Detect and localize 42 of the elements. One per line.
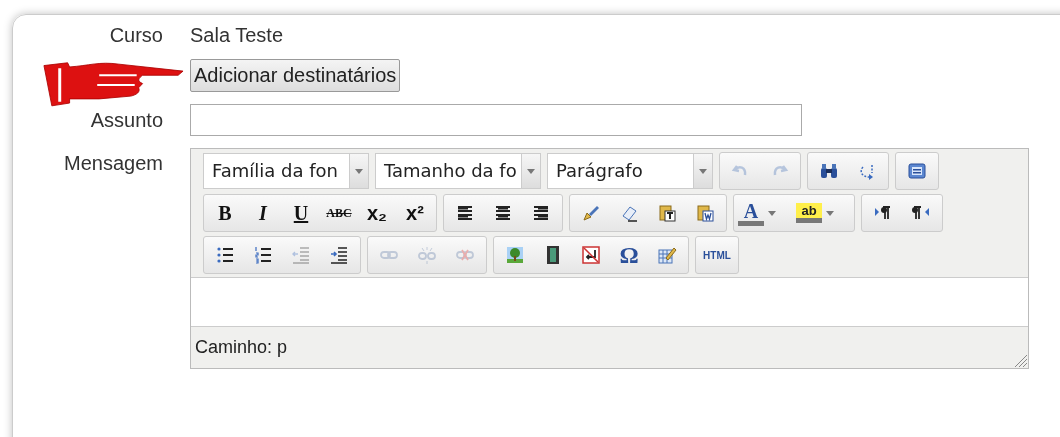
course-value: Sala Teste [190,24,285,47]
paste-document-icon [695,203,715,223]
bold-button[interactable]: B [208,198,242,228]
resize-grip-icon[interactable] [1012,352,1028,368]
field-label: Assunto [89,108,163,132]
no-break-icon [581,245,601,265]
paste-text-icon [657,203,677,223]
dropdown-select[interactable]: Tamanho da fo [375,153,541,189]
italic-button[interactable]: I [246,198,280,228]
caret-icon [355,168,363,174]
highlight-color-button[interactable]: ab [796,198,850,228]
superscript-button[interactable]: x² [398,198,432,228]
caret-icon [768,210,776,216]
caret-icon [527,168,535,174]
field-label: Curso [108,24,163,47]
image-icon [505,245,525,265]
table-pencil-icon [657,245,677,265]
subject-input[interactable] [190,104,802,136]
dropdown-select[interactable]: Família da fon [203,153,369,189]
pointing-hand-icon [40,60,186,110]
broken-link-icon [417,245,437,265]
binoculars-icon [819,161,839,181]
dropdown-select[interactable]: Parágrafo [547,153,713,189]
strikethrough-button[interactable]: ABC [322,198,356,228]
indent-icon [329,245,349,265]
paintbrush-icon [581,203,601,223]
text-color-button[interactable]: A [738,198,792,228]
field-label: Mensagem [63,151,163,175]
caret-icon [699,168,707,174]
align-right-icon [531,203,551,223]
bullet-list-icon [215,245,235,265]
element-path: Caminho: p [195,337,288,358]
numbered-list-icon [253,245,273,265]
omega-button[interactable]: Ω [612,240,646,270]
align-left-icon [455,203,475,223]
html-button[interactable]: HTML [700,240,734,270]
add-recipients-button[interactable]: Adicionar destinatários [190,59,401,92]
align-center-icon [493,203,513,223]
subscript-button[interactable]: x₂ [360,198,394,228]
outdent-icon [291,245,311,265]
caret-icon [826,210,834,216]
underline-button[interactable]: U [284,198,318,228]
